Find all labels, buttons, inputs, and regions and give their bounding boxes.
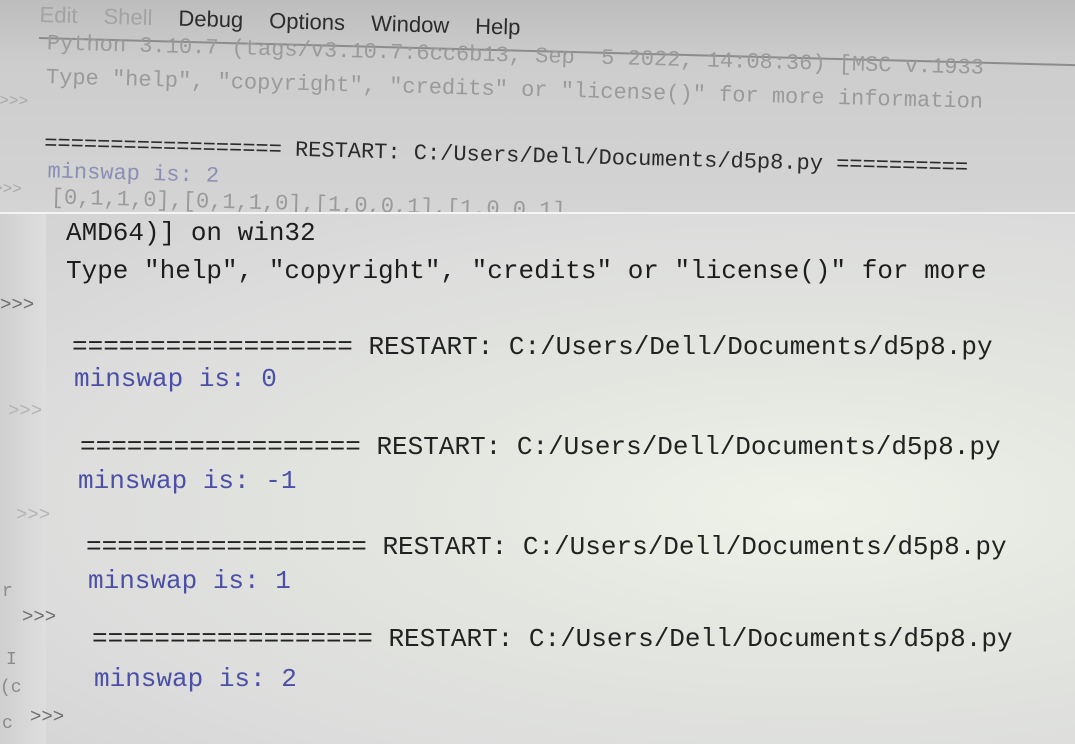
input-line[interactable]: [0,1,1,0],[0,1,1,0],[1,0,0,1],[1,0,0,1]	[51, 185, 566, 214]
platform-banner-line: AMD64)] on win32	[66, 218, 316, 248]
shell-prompt: >>>	[16, 504, 51, 526]
restart-line: ================== RESTART: C:/Users/Del…	[86, 532, 1007, 562]
shell-prompt: >>>	[0, 294, 35, 316]
minswap-output: minswap is: 0	[74, 364, 277, 394]
menu-options[interactable]: Options	[269, 8, 345, 36]
edge-fragment: r	[2, 582, 13, 602]
menu-shell[interactable]: Shell	[103, 4, 153, 31]
menu-help[interactable]: Help	[475, 13, 521, 40]
shell-prompt: >>>	[22, 606, 57, 628]
shell-prompt: >>>	[0, 179, 23, 199]
edge-fragment: (c	[0, 678, 22, 698]
minswap-output: minswap is: 1	[88, 566, 291, 596]
restart-line: ================== RESTART: C:/Users/Del…	[72, 332, 993, 362]
shell-prompt: >>>	[8, 400, 43, 422]
minswap-output: minswap is: 2	[94, 664, 297, 694]
minswap-output: minswap is: 2	[47, 159, 220, 189]
shell-prompt[interactable]: >>>	[30, 706, 64, 728]
help-banner-line: Type "help", "copyright", "credits" or "…	[66, 256, 987, 286]
menu-edit[interactable]: Edit	[39, 2, 78, 29]
restart-line: ================== RESTART: C:/Users/Del…	[80, 432, 1001, 462]
minswap-output: minswap is: -1	[78, 466, 297, 496]
menu-window[interactable]: Window	[371, 11, 450, 39]
menu-debug[interactable]: Debug	[178, 6, 243, 34]
edge-fragment: c	[2, 714, 13, 734]
edge-fragment: I	[6, 650, 17, 670]
shell-prompt: >>>	[0, 92, 29, 111]
restart-line: ================== RESTART: C:/Users/Del…	[92, 624, 1013, 654]
top-shell-window: Edit Shell Debug Options Window Help Pyt…	[0, 0, 1075, 214]
bottom-shell-photo: AMD64)] on win32 Type "help", "copyright…	[0, 214, 1075, 744]
top-shell-photo: Edit Shell Debug Options Window Help Pyt…	[0, 0, 1075, 214]
